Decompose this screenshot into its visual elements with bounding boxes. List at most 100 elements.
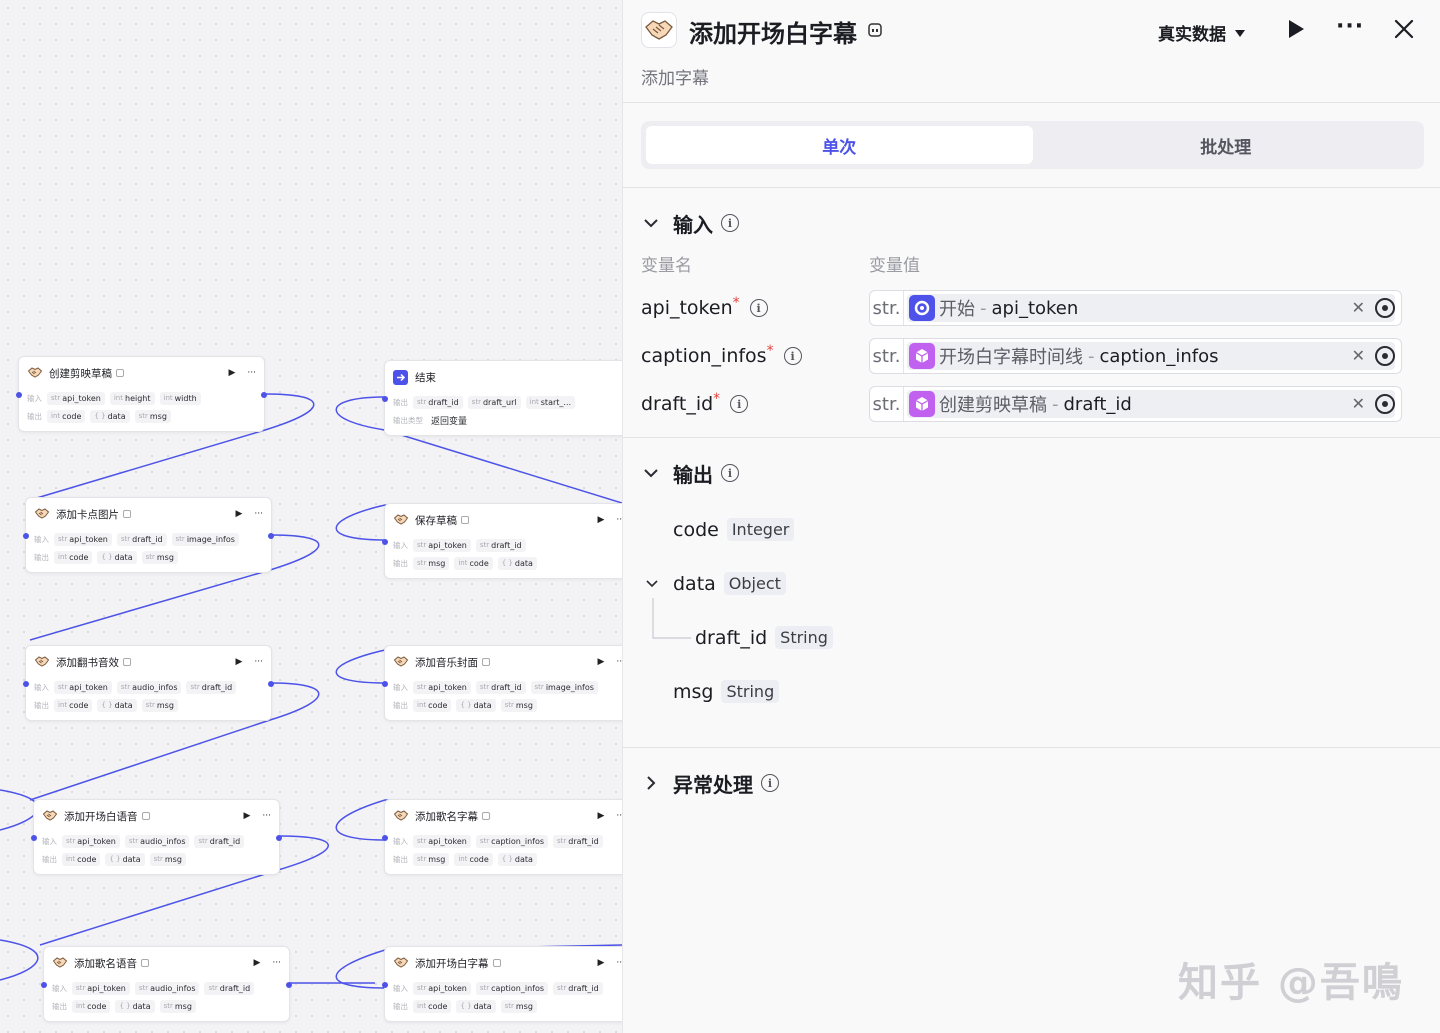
info-icon[interactable]: i xyxy=(783,347,802,365)
output-field-data[interactable]: data Object xyxy=(645,572,786,595)
info-icon[interactable]: i xyxy=(721,464,739,482)
more-icon[interactable]: ··· xyxy=(272,958,281,968)
workflow-node[interactable]: 添加歌名字幕▶···输入strapi_tokenstrcaption_infos… xyxy=(382,799,622,875)
panel-subtitle[interactable]: 添加字幕 xyxy=(641,64,709,89)
clear-icon[interactable]: ✕ xyxy=(1352,298,1365,317)
tab-single[interactable]: 单次 xyxy=(646,126,1033,164)
run-icon[interactable]: ▶ xyxy=(597,811,604,821)
type-select[interactable]: str. xyxy=(870,387,904,421)
chevron-right-icon[interactable] xyxy=(641,773,661,793)
output-section-header[interactable]: 输出 i xyxy=(623,438,1440,508)
inputs-label: 输入 xyxy=(52,983,67,993)
inputs-label: 输入 xyxy=(393,540,408,550)
workflow-node[interactable]: 保存草稿▶···输入strapi_tokenstrdraft_id输出strms… xyxy=(382,503,622,579)
run-icon[interactable]: ▶ xyxy=(597,515,604,525)
run-icon[interactable]: ▶ xyxy=(235,509,242,519)
input-port[interactable] xyxy=(382,396,388,402)
node-title: 添加开场白语音 xyxy=(64,810,138,823)
param-tag: { } data xyxy=(105,852,145,866)
close-icon[interactable] xyxy=(1393,18,1415,44)
variable-picker-icon[interactable] xyxy=(1375,346,1395,366)
workflow-node[interactable]: 添加音乐封面▶···输入strapi_tokenstrdraft_idstrim… xyxy=(382,645,622,721)
workflow-node[interactable]: 创建剪映草稿 ▶ ··· 输入 str api_token int height int widt… xyxy=(16,356,267,432)
output-port[interactable] xyxy=(268,533,274,539)
more-icon[interactable]: ··· xyxy=(254,509,263,519)
variable-picker-icon[interactable] xyxy=(1375,298,1395,318)
panel-title[interactable]: 添加开场白字幕 xyxy=(689,14,857,49)
start-node-icon xyxy=(909,295,935,321)
param-tag: str msg xyxy=(149,852,186,866)
clear-icon[interactable]: ✕ xyxy=(1352,394,1365,413)
mode-tabs: 单次 批处理 xyxy=(641,121,1424,169)
info-icon[interactable]: i xyxy=(761,774,779,792)
workflow-node[interactable]: 添加开场白字幕▶···输入strapi_tokenstrcaption_info… xyxy=(382,946,622,1022)
variable-picker-icon[interactable] xyxy=(1375,394,1395,414)
input-port[interactable] xyxy=(16,392,22,398)
chevron-down-icon[interactable] xyxy=(645,579,661,588)
input-port[interactable] xyxy=(382,982,388,988)
outputs-label: 输出 xyxy=(52,1001,67,1011)
reference-chip[interactable]: 创建剪映草稿 - draft_id xyxy=(907,390,1395,418)
workflow-node[interactable]: 添加歌名语音 ▶ ··· 输入 str api_token str audio_infos st… xyxy=(41,946,292,1022)
handshake-icon xyxy=(393,655,409,669)
run-icon[interactable]: ▶ xyxy=(597,657,604,667)
input-port[interactable] xyxy=(31,835,37,841)
more-icon[interactable]: ··· xyxy=(1336,14,1364,39)
handshake-icon xyxy=(42,809,58,823)
input-port[interactable] xyxy=(382,539,388,545)
run-icon[interactable]: ▶ xyxy=(228,368,235,378)
col-variable-name: 变量名 xyxy=(641,255,692,276)
input-port[interactable] xyxy=(23,533,29,539)
clear-icon[interactable]: ✕ xyxy=(1352,346,1365,365)
type-select[interactable]: str. xyxy=(870,339,904,373)
run-icon[interactable]: ▶ xyxy=(597,958,604,968)
workflow-node[interactable]: 结束 输出 str draft_id str draft_url int start_... 输… xyxy=(382,360,622,436)
tab-batch[interactable]: 批处理 xyxy=(1033,126,1420,164)
outputs-label: 输出 xyxy=(393,397,408,407)
output-port[interactable] xyxy=(261,392,267,398)
info-icon[interactable]: i xyxy=(721,214,739,232)
param-tag: str api_token xyxy=(413,680,471,694)
error-section-header[interactable]: 异常处理 i xyxy=(623,748,1440,818)
param-tag: { } data xyxy=(497,852,537,866)
variable-name: draft_id * i xyxy=(641,391,869,415)
reference-chip[interactable]: 开始 - api_token xyxy=(907,294,1395,322)
node-outputs: 输出 int code { } data str msg xyxy=(26,696,271,714)
param-tag: { } data xyxy=(456,698,496,712)
run-icon[interactable]: ▶ xyxy=(253,958,260,968)
output-port[interactable] xyxy=(286,982,292,988)
more-icon[interactable]: ··· xyxy=(262,811,271,821)
reference-chip[interactable]: 开场白字幕时间线 - caption_infos xyxy=(907,342,1395,370)
chevron-down-icon[interactable] xyxy=(641,213,661,233)
output-port[interactable] xyxy=(268,681,274,687)
workflow-canvas[interactable]: 创建剪映草稿 ▶ ··· 输入 str api_token int height int widt… xyxy=(0,0,622,1033)
more-icon[interactable]: ··· xyxy=(254,657,263,667)
inputs-label: 输入 xyxy=(393,682,408,692)
info-icon[interactable]: i xyxy=(749,299,768,317)
output-field-code: code Integer xyxy=(673,518,795,541)
reference-separator: - xyxy=(1052,393,1059,415)
output-field-name: msg xyxy=(673,680,714,703)
workflow-node[interactable]: 添加开场白语音 ▶ ··· 输入 str api_token str audio_infos s… xyxy=(31,799,282,875)
info-icon[interactable]: i xyxy=(730,395,749,413)
workflow-node[interactable]: 添加翻书音效 ▶ ··· 输入 str api_token str audio_infos st… xyxy=(23,645,274,721)
type-select[interactable]: str. xyxy=(870,291,904,325)
variable-value-field[interactable]: str. 创建剪映草稿 - draft_id ✕ xyxy=(869,386,1402,422)
data-mode-select[interactable]: 真实数据 xyxy=(1158,20,1246,45)
variable-value-field[interactable]: str. 开场白字幕时间线 - caption_infos ✕ xyxy=(869,338,1402,374)
handshake-icon xyxy=(393,513,409,527)
input-port[interactable] xyxy=(41,982,47,988)
run-icon[interactable]: ▶ xyxy=(243,811,250,821)
workflow-node[interactable]: 添加卡点图片 ▶ ··· 输入 str api_token str draft_id str im… xyxy=(23,497,274,573)
output-port[interactable] xyxy=(276,835,282,841)
param-tag: { } data xyxy=(115,999,155,1013)
run-icon[interactable]: ▶ xyxy=(235,657,242,667)
variable-value-field[interactable]: str. 开始 - api_token ✕ xyxy=(869,290,1402,326)
more-icon[interactable]: ··· xyxy=(247,368,256,378)
input-port[interactable] xyxy=(382,835,388,841)
input-port[interactable] xyxy=(382,681,388,687)
input-port[interactable] xyxy=(23,681,29,687)
node-template-icon[interactable] xyxy=(867,22,883,42)
chevron-down-icon[interactable] xyxy=(641,463,661,483)
run-icon[interactable] xyxy=(1286,18,1306,44)
